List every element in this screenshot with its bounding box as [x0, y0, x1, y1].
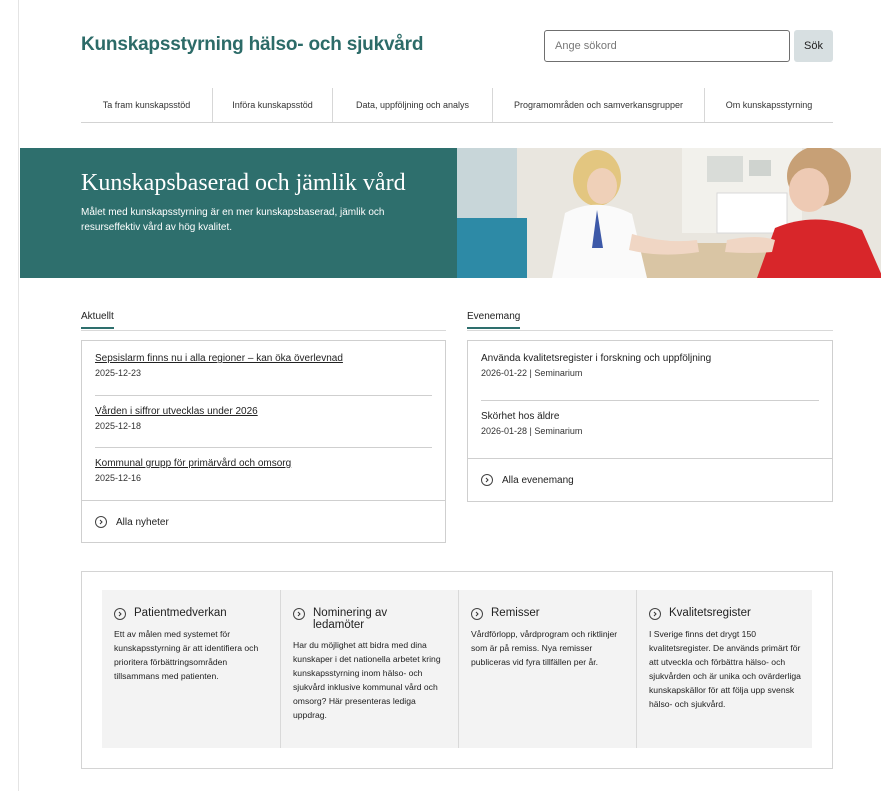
events-list: Använda kvalitetsregister i forskning oc… — [467, 340, 833, 502]
site-title[interactable]: Kunskapsstyrning hälso- och sjukvård — [81, 34, 423, 56]
all-events-label: Alla evenemang — [502, 474, 574, 486]
news-date: 2025-12-18 — [95, 421, 142, 431]
news-heading: Aktuellt — [81, 311, 114, 329]
link-cards-section: Patientmedverkan Ett av målen med system… — [81, 571, 833, 769]
divider — [481, 400, 819, 401]
page-left-rule — [18, 0, 19, 791]
news-link[interactable]: Sepsislarm finns nu i alla regioner – ka… — [95, 353, 432, 364]
divider — [468, 458, 832, 459]
card-text: I Sverige finns det drygt 150 kvalitetsr… — [649, 629, 801, 709]
card-patientmedverkan[interactable]: Patientmedverkan Ett av målen med system… — [102, 590, 280, 748]
card-nominering[interactable]: Nominering av ledamöter Har du möjlighet… — [281, 590, 458, 748]
hero-banner: Kunskapsbaserad och jämlik vård Målet me… — [20, 148, 881, 278]
list-item[interactable]: Skörhet hos äldre 2026-01-28 | Seminariu… — [481, 411, 819, 436]
event-meta: 2026-01-28 | Seminarium — [481, 426, 583, 436]
card-kvalitetsregister[interactable]: Kvalitetsregister I Sverige finns det dr… — [637, 590, 813, 748]
card-title[interactable]: Patientmedverkan — [134, 607, 227, 619]
divider — [95, 447, 432, 448]
nav-item-infora-kunskapsstod[interactable]: Införa kunskapsstöd — [213, 88, 333, 122]
event-meta: 2026-01-22 | Seminarium — [481, 368, 583, 378]
news-heading-label: Aktuellt — [81, 311, 114, 329]
hero-title: Kunskapsbaserad och jämlik vård — [81, 170, 406, 196]
divider — [95, 395, 432, 396]
nav-item-data-uppfoljning[interactable]: Data, uppföljning och analys — [333, 88, 493, 122]
all-events-link[interactable]: Alla evenemang — [481, 474, 574, 486]
news-link[interactable]: Vården i siffror utvecklas under 2026 — [95, 406, 432, 417]
list-item[interactable]: Använda kvalitetsregister i forskning oc… — [481, 353, 819, 378]
chevron-right-circle-icon — [95, 516, 107, 528]
divider — [82, 500, 445, 501]
events-heading: Evenemang — [467, 311, 521, 329]
event-title[interactable]: Använda kvalitetsregister i forskning oc… — [481, 353, 819, 364]
chevron-right-circle-icon — [293, 608, 305, 620]
event-title[interactable]: Skörhet hos äldre — [481, 411, 819, 422]
chevron-right-circle-icon — [481, 474, 493, 486]
chevron-right-circle-icon — [114, 608, 126, 620]
nav-item-programomraden[interactable]: Programområden och samverkansgrupper — [493, 88, 705, 122]
list-item: Kommunal grupp för primärvård och omsorg… — [95, 458, 432, 483]
search-input[interactable] — [544, 30, 790, 62]
card-text: Ett av målen med systemet för kunskapsst… — [114, 629, 259, 681]
card-text: Vårdförlopp, vårdprogram och riktlinjer … — [471, 629, 618, 667]
chevron-right-circle-icon — [649, 608, 661, 620]
nav-item-om-kunskapsstyrning[interactable]: Om kunskapsstyrning — [705, 88, 833, 122]
news-link[interactable]: Kommunal grupp för primärvård och omsorg — [95, 458, 432, 469]
all-news-link[interactable]: Alla nyheter — [95, 516, 169, 528]
link-cards: Patientmedverkan Ett av målen med system… — [102, 590, 812, 748]
card-remisser[interactable]: Remisser Vårdförlopp, vårdprogram och ri… — [459, 590, 636, 748]
list-item: Sepsislarm finns nu i alla regioner – ka… — [95, 353, 432, 378]
nav-item-ta-fram-kunskapsstod[interactable]: Ta fram kunskapsstöd — [81, 88, 213, 122]
all-news-label: Alla nyheter — [116, 516, 169, 528]
card-title[interactable]: Nominering av ledamöter — [313, 607, 413, 631]
news-heading-rule — [81, 330, 446, 331]
card-title[interactable]: Kvalitetsregister — [669, 607, 751, 619]
card-title[interactable]: Remisser — [491, 607, 540, 619]
events-heading-rule — [467, 330, 833, 331]
card-text: Har du möjlighet att bidra med dina kuns… — [293, 640, 441, 720]
hero-image — [457, 148, 881, 278]
chevron-right-circle-icon — [471, 608, 483, 620]
search-button[interactable]: Sök — [794, 30, 833, 62]
main-nav: Ta fram kunskapsstöd Införa kunskapsstöd… — [81, 88, 833, 123]
list-item: Vården i siffror utvecklas under 2026 20… — [95, 406, 432, 431]
hero-text: Målet med kunskapsstyrning är en mer kun… — [81, 207, 385, 233]
news-date: 2025-12-16 — [95, 473, 142, 483]
news-list: Sepsislarm finns nu i alla regioner – ka… — [81, 340, 446, 543]
news-date: 2025-12-23 — [95, 368, 142, 378]
events-heading-label: Evenemang — [467, 311, 521, 329]
